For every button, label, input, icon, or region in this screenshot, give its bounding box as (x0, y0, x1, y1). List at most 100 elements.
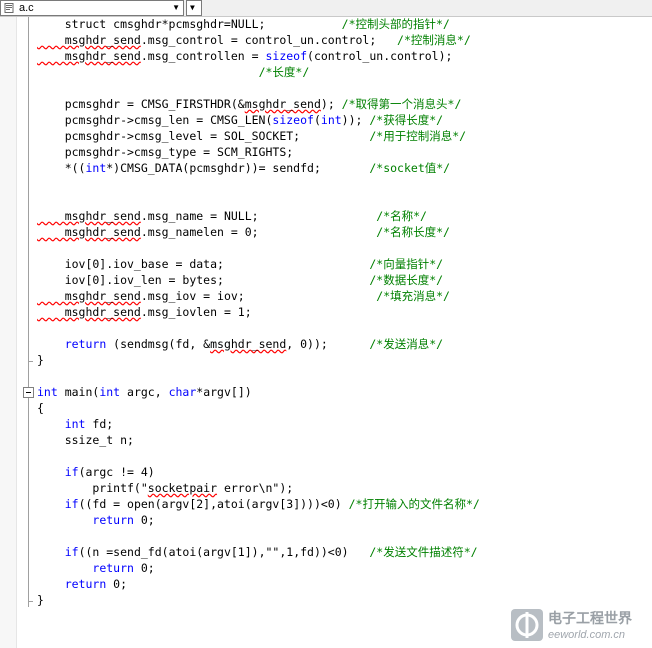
code-line[interactable]: int fd; (37, 416, 113, 432)
code-line[interactable]: return 0; (37, 512, 155, 528)
code-token: iov[0].iov_len = bytes; (37, 273, 370, 287)
code-comment: /*长度*/ (258, 65, 310, 79)
eeworld-logo-icon (511, 609, 543, 641)
code-token: error\n"); (217, 481, 294, 495)
code-keyword: int (85, 161, 107, 175)
file-toolbar: a.c ▼ ▼ (0, 0, 652, 17)
code-comment: /*打开输入的文件名称*/ (348, 497, 480, 511)
code-comment: /*socket值*/ (369, 161, 451, 175)
collapse-icon[interactable] (23, 387, 34, 398)
code-token: { (37, 401, 44, 415)
chevron-down-icon[interactable]: ▼ (172, 1, 180, 15)
code-line[interactable]: iov[0].iov_base = data; /*向量指针*/ (37, 256, 443, 272)
code-line[interactable]: int main(int argc, char*argv[]) (37, 384, 252, 400)
code-line[interactable]: } (37, 352, 44, 368)
code-token: msghdr_send (37, 225, 141, 239)
code-keyword: return (92, 513, 134, 527)
code-token: .msg_namelen = 0; (140, 225, 377, 239)
code-keyword: char (168, 385, 197, 399)
code-token: struct cmsghdr*pcmsghdr=NULL; (37, 17, 342, 31)
code-comment: /*获得长度*/ (369, 113, 444, 127)
file-selector-dropdown[interactable]: a.c ▼ (0, 0, 184, 16)
code-line[interactable]: if(argc != 4) (37, 464, 155, 480)
code-line[interactable]: msghdr_send.msg_iovlen = 1; (37, 304, 252, 320)
code-token: msghdr_send (37, 209, 141, 223)
code-keyword: return (64, 337, 107, 351)
code-token: } (37, 353, 44, 367)
outline-end-marker (28, 361, 33, 362)
code-token: pcmsghdr = CMSG_FIRSTHDR(& (37, 97, 245, 111)
code-line[interactable]: pcmsghdr->cmsg_len = CMSG_LEN(sizeof(int… (37, 112, 443, 128)
code-line[interactable]: } (37, 592, 44, 608)
code-keyword: if (64, 545, 79, 559)
code-token: main( (57, 385, 100, 399)
code-line[interactable]: msghdr_send.msg_iov = iov; /*填充消息*/ (37, 288, 450, 304)
code-token: ((n =send_fd(atoi(argv[1]),"",1,fd))<0) (78, 545, 370, 559)
code-keyword: sizeof (265, 49, 308, 63)
code-token: pcmsghdr->cmsg_level = SOL_SOCKET; (37, 129, 370, 143)
code-line[interactable]: if((fd = open(argv[2],atoi(argv[3])))<0)… (37, 496, 480, 512)
code-keyword: int (37, 385, 58, 399)
member-selector-dropdown[interactable]: ▼ (186, 0, 202, 16)
code-keyword: return (64, 577, 107, 591)
code-line[interactable]: msghdr_send.msg_name = NULL; /*名称*/ (37, 208, 427, 224)
code-line[interactable]: { (37, 400, 44, 416)
code-token: (sendmsg(fd, & (106, 337, 211, 351)
watermark-title: 电子工程世界 (548, 611, 632, 627)
code-token: msghdr_send (244, 97, 321, 111)
code-keyword: return (92, 561, 134, 575)
code-token: msghdr_send (37, 49, 141, 63)
chevron-down-icon[interactable]: ▼ (190, 1, 195, 15)
code-line[interactable]: struct cmsghdr*pcmsghdr=NULL; /*控制头部的指针*… (37, 16, 450, 32)
outline-end-marker (28, 601, 33, 602)
code-comment: /*名称*/ (376, 209, 427, 223)
code-token: .msg_iov = iov; (140, 289, 377, 303)
code-line[interactable]: iov[0].iov_len = bytes; /*数据长度*/ (37, 272, 443, 288)
code-token: 0; (106, 577, 128, 591)
code-line[interactable]: return (sendmsg(fd, &msghdr_send, 0)); /… (37, 336, 443, 352)
code-line[interactable]: return 0; (37, 560, 154, 576)
code-line[interactable]: msghdr_send.msg_namelen = 0; /*名称长度*/ (37, 224, 450, 240)
code-comment: /*数据长度*/ (369, 273, 444, 287)
code-token: } (37, 593, 44, 607)
editor-gutter (0, 17, 17, 648)
code-token: .msg_iovlen = 1; (140, 305, 252, 319)
code-token: msghdr_send (210, 337, 287, 351)
code-token: argc, (120, 385, 169, 399)
code-line[interactable]: pcmsghdr = CMSG_FIRSTHDR(&msghdr_send); … (37, 96, 462, 112)
code-line[interactable]: return 0; (37, 576, 127, 592)
code-token: .msg_controllen = (140, 49, 266, 63)
code-line[interactable]: printf("socketpair error\n"); (37, 480, 293, 496)
code-line[interactable]: msghdr_send.msg_control = control_un.con… (37, 32, 471, 48)
code-comment: /*名称长度*/ (376, 225, 450, 239)
code-token: , 0)); (286, 337, 370, 351)
code-token: fd; (85, 417, 114, 431)
code-token: .msg_name = NULL; (140, 209, 377, 223)
code-token: (control_un.control); (307, 49, 453, 63)
code-comment: /*填充消息*/ (376, 289, 450, 303)
code-comment: /*用于控制消息*/ (369, 129, 467, 143)
code-line[interactable]: pcmsghdr->cmsg_type = SCM_RIGHTS; (37, 144, 294, 160)
code-token: 0; (133, 513, 155, 527)
code-line[interactable]: ssize_t n; (37, 432, 134, 448)
c-file-icon (4, 3, 14, 13)
code-line[interactable]: *((int*)CMSG_DATA(pcmsghdr))= sendfd; /*… (37, 160, 450, 176)
code-line[interactable]: if((n =send_fd(atoi(argv[1]),"",1,fd))<0… (37, 544, 478, 560)
watermark-url: eeworld.com.cn (548, 629, 626, 641)
code-token: iov[0].iov_base = data; (37, 257, 370, 271)
code-comment: /*控制头部的指针*/ (341, 17, 450, 31)
code-token: *(( (37, 161, 86, 175)
code-token: .msg_control = control_un.control; (140, 33, 398, 47)
code-token: pcmsghdr->cmsg_len = CMSG_LEN( (37, 113, 273, 127)
code-line[interactable]: msghdr_send.msg_controllen = sizeof(cont… (37, 48, 453, 64)
code-token: *)CMSG_DATA(pcmsghdr))= sendfd; (106, 161, 370, 175)
file-name: a.c (19, 2, 34, 14)
code-line[interactable]: pcmsghdr->cmsg_level = SOL_SOCKET; /*用于控… (37, 128, 466, 144)
code-token: socketpair (147, 481, 218, 495)
code-token: )); (341, 113, 370, 127)
code-line[interactable]: /*长度*/ (37, 64, 310, 80)
code-comment: /*发送文件描述符*/ (369, 545, 478, 559)
